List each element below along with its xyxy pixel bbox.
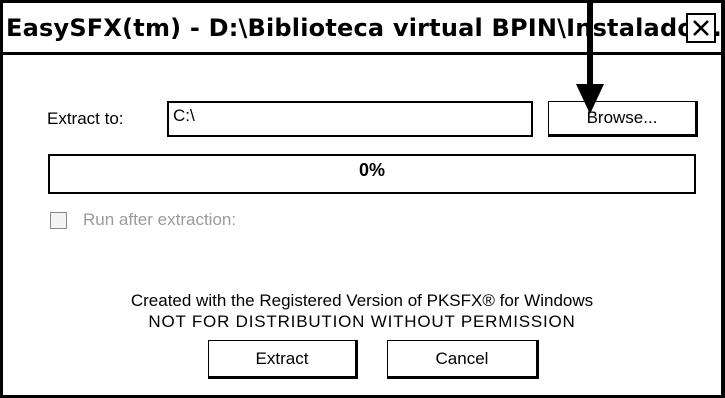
- progress-bar: 0%: [48, 154, 696, 194]
- progress-percent: 0%: [358, 160, 385, 180]
- cancel-button[interactable]: Cancel: [387, 340, 539, 379]
- credit-line-registered: Created with the Registered Version of P…: [130, 291, 594, 310]
- extract-path-input[interactable]: C:\: [167, 101, 533, 137]
- window-title: EasySFX(tm) - D:\Biblioteca virtual BPIN…: [6, 14, 722, 42]
- extract-button[interactable]: Extract: [208, 340, 358, 379]
- close-icon: [693, 20, 709, 36]
- close-button[interactable]: [686, 13, 716, 43]
- easysfx-dialog: EasySFX(tm) - D:\Biblioteca virtual BPIN…: [0, 0, 725, 398]
- run-after-extraction-checkbox[interactable]: [50, 212, 67, 229]
- credit-line-permission: NOT FOR DISTRIBUTION WITHOUT PERMISSION: [148, 312, 576, 331]
- down-arrow-icon: [576, 0, 604, 114]
- extract-to-label: Extract to:: [47, 109, 124, 128]
- title-bar[interactable]: EasySFX(tm) - D:\Biblioteca virtual BPIN…: [3, 3, 722, 55]
- run-after-extraction-label: Run after extraction:: [83, 210, 237, 229]
